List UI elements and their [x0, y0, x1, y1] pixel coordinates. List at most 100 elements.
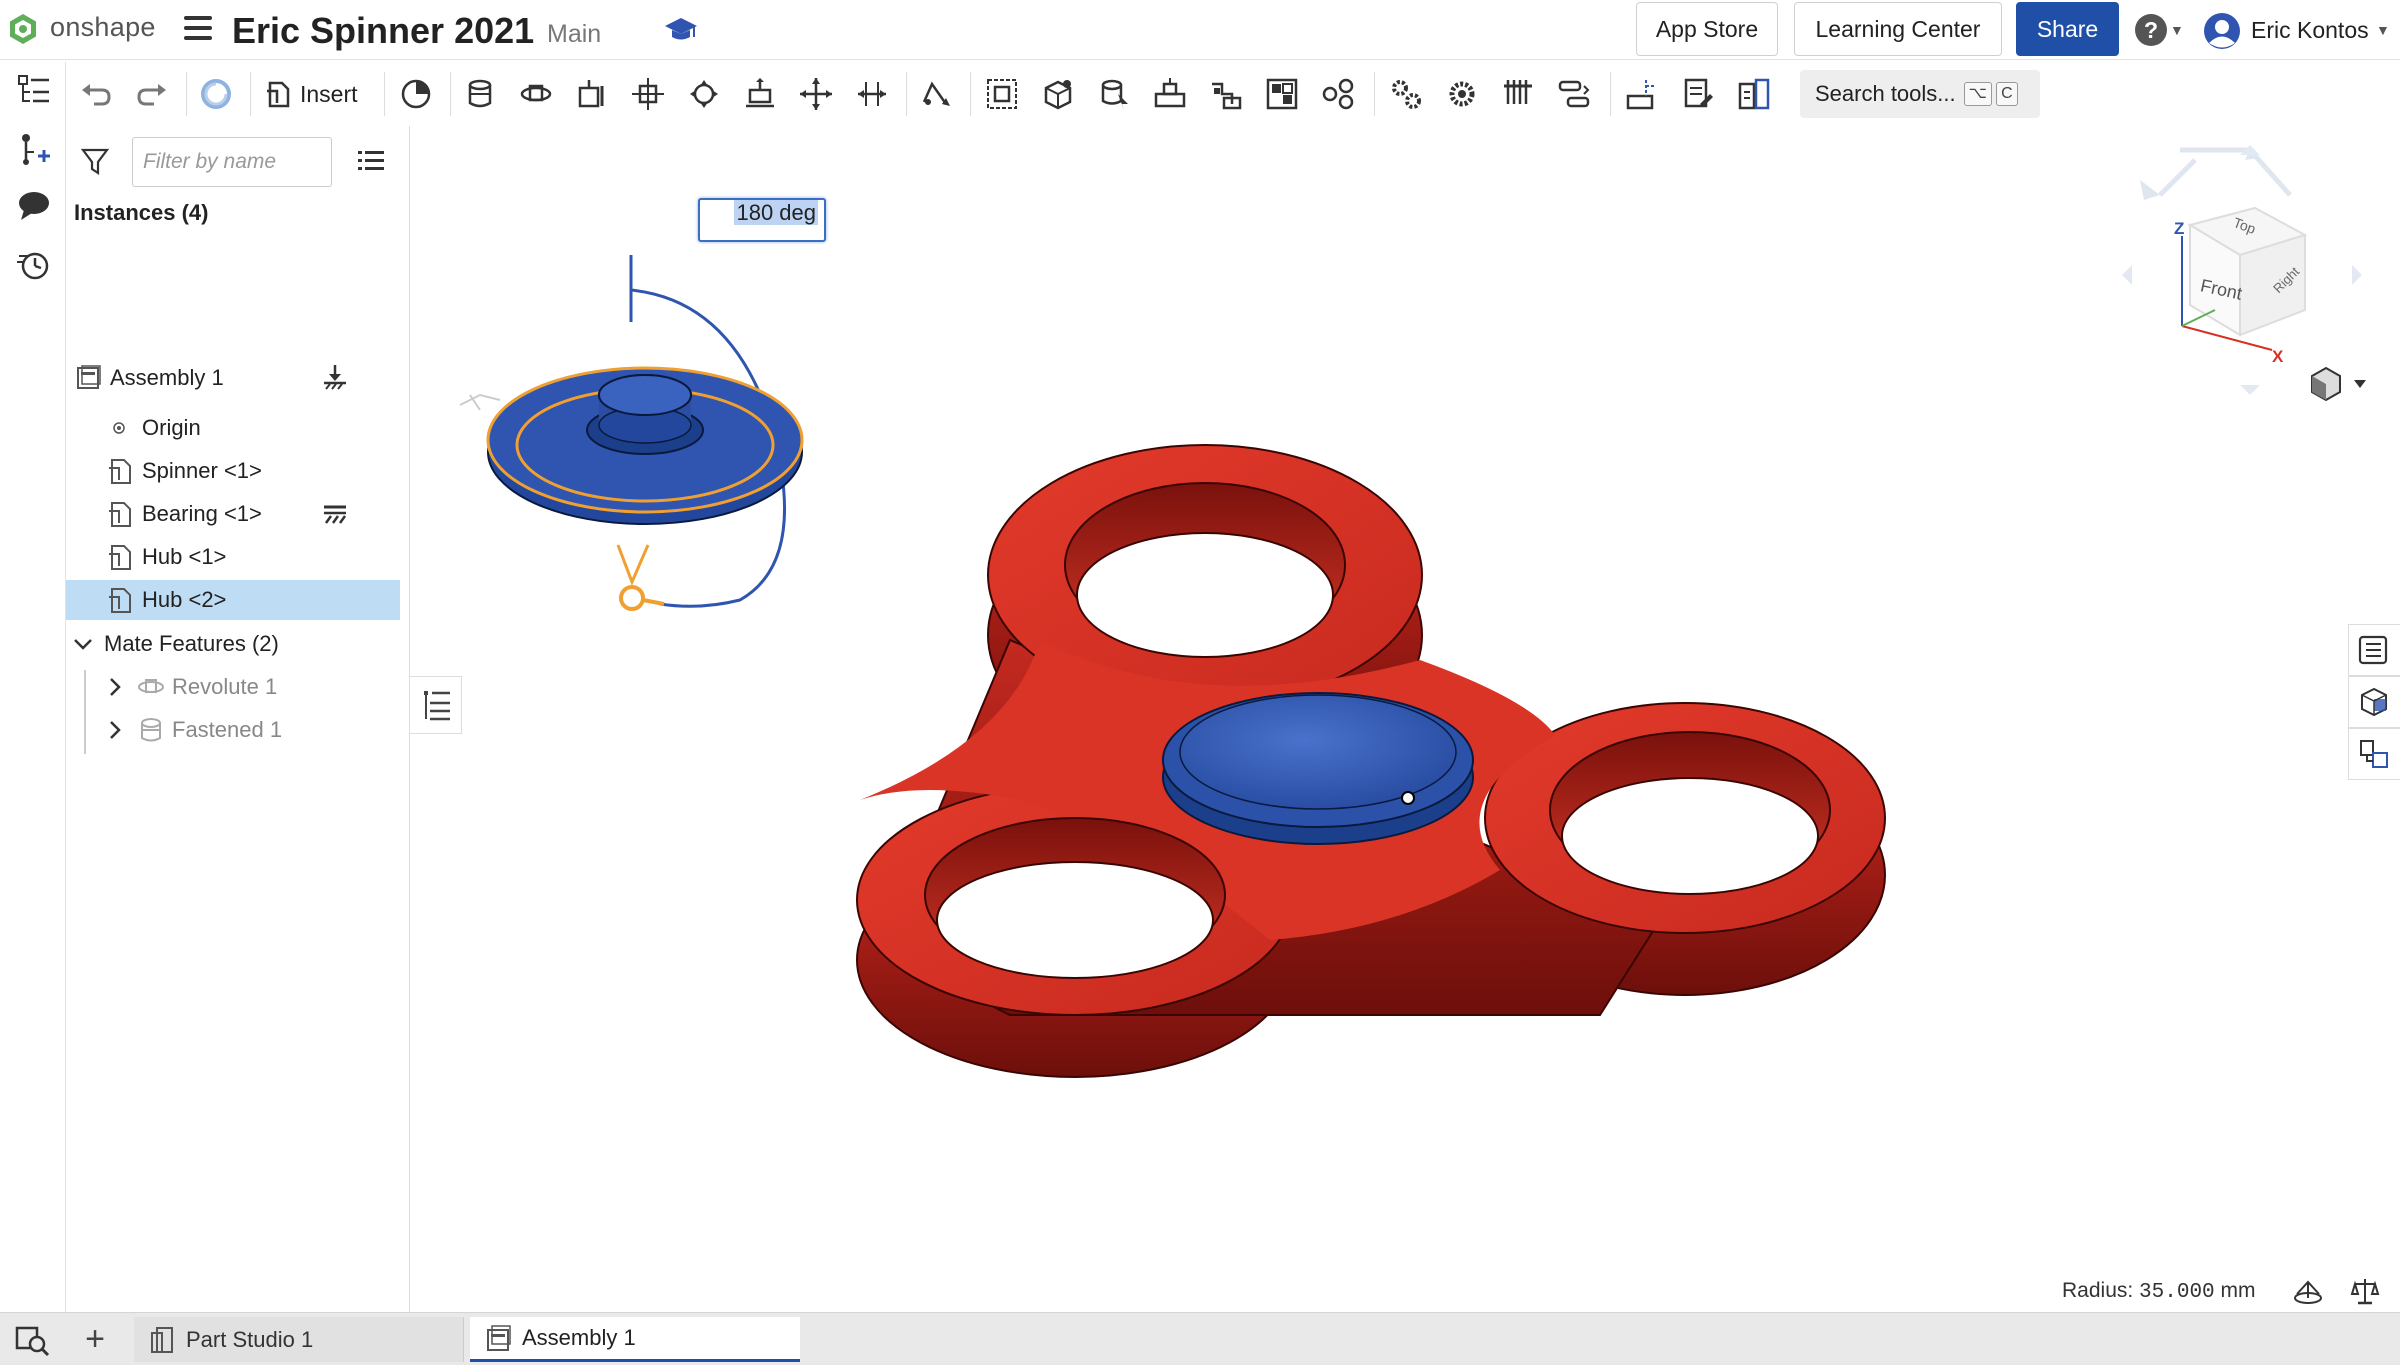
app-store-button[interactable]: App Store	[1636, 2, 1778, 56]
parallel-mate-icon[interactable]	[854, 76, 890, 112]
graphics-viewport[interactable]: Top Front Right Z X 180 deg	[410, 126, 2400, 1312]
linear-relation-icon[interactable]	[1556, 76, 1592, 112]
linear-pattern-icon[interactable]	[1208, 76, 1244, 112]
filter-by-name-input[interactable]	[132, 137, 332, 187]
hub-part[interactable]	[1163, 693, 1473, 844]
add-tab-button[interactable]: +	[76, 1321, 114, 1359]
onshape-logo-icon[interactable]	[6, 12, 40, 46]
assembly-icon	[484, 1323, 514, 1353]
comments-icon[interactable]	[16, 188, 52, 224]
tree-item-label: Bearing <1>	[142, 501, 262, 527]
tree-item-fastened[interactable]: Fastened 1	[66, 710, 400, 750]
x-axis-label: X	[2272, 347, 2284, 366]
tree-item-hub-1[interactable]: Hub <1>	[66, 537, 400, 577]
search-tools-input[interactable]: Search tools... ⌥ C	[1800, 70, 2040, 118]
tree-item-bearing[interactable]: Bearing <1>	[66, 494, 400, 534]
screw-relation-icon[interactable]	[1500, 76, 1536, 112]
mate-features-group[interactable]: Mate Features (2)	[66, 624, 400, 664]
toolbar: Insert Search tools... ⌥ C	[0, 62, 2400, 126]
model-scene[interactable]: Top Front Right Z X	[410, 126, 2400, 1312]
tab-label: Assembly 1	[522, 1325, 636, 1351]
rack-pinion-icon[interactable]	[1444, 76, 1480, 112]
top-bar: onshape Eric Spinner 2021 Main App Store…	[0, 0, 2400, 60]
update-icon[interactable]	[198, 76, 234, 112]
chevron-down-icon[interactable]: ▼	[2170, 22, 2184, 38]
insert-button[interactable]: Insert	[264, 76, 358, 112]
part-instance-icon	[106, 542, 136, 572]
filter-icon[interactable]	[80, 146, 110, 176]
branch-name[interactable]: Main	[547, 20, 601, 49]
measure-icon[interactable]	[1624, 76, 1660, 112]
view-options-icon[interactable]	[2312, 368, 2366, 400]
explode-icon[interactable]	[1320, 76, 1356, 112]
tab-bar: + Part Studio 1 Assembly 1	[0, 1312, 2400, 1365]
toolbar-separator	[384, 72, 385, 116]
cylindrical-mate-icon[interactable]	[686, 76, 722, 112]
tab-assembly[interactable]: Assembly 1	[470, 1317, 800, 1362]
mate-connector-insert-icon[interactable]	[1152, 76, 1188, 112]
list-view-icon[interactable]	[356, 146, 386, 176]
mate-connector-icon[interactable]	[398, 76, 434, 112]
chevron-right-icon[interactable]	[104, 719, 126, 741]
fastened-mate-icon	[136, 715, 166, 745]
pin-slot-mate-icon[interactable]	[742, 76, 778, 112]
redo-icon[interactable]	[134, 76, 170, 112]
angle-value: 180 deg	[734, 200, 818, 225]
radius-label: Radius:	[2062, 1279, 2133, 1302]
mirror-icon[interactable]	[1096, 76, 1132, 112]
chevron-down-icon[interactable]	[72, 633, 94, 655]
help-icon[interactable]: ?	[2135, 14, 2167, 46]
part-instance-icon	[106, 499, 136, 529]
spinner-hole	[925, 818, 1225, 978]
tree-item-assembly[interactable]: Assembly 1	[66, 358, 400, 398]
view-cube[interactable]: Top Front Right Z X	[2122, 145, 2362, 395]
section-view-icon[interactable]	[1680, 76, 1716, 112]
menu-icon[interactable]	[184, 16, 212, 42]
tree-item-origin[interactable]: Origin	[66, 408, 400, 448]
appearance-list-icon	[2357, 633, 2391, 667]
user-name[interactable]: Eric Kontos	[2251, 17, 2369, 44]
graduation-cap-icon[interactable]	[664, 14, 698, 44]
toolbar-separator	[1374, 72, 1375, 116]
toolbar-separator	[250, 72, 251, 116]
undo-icon[interactable]	[78, 76, 114, 112]
tab-part-studio[interactable]: Part Studio 1	[134, 1317, 464, 1362]
mates-panel-button[interactable]	[2348, 728, 2400, 780]
search-tabs-icon[interactable]	[14, 1323, 50, 1357]
chevron-down-icon[interactable]: ▼	[2376, 22, 2390, 38]
toolbar-separator	[970, 72, 971, 116]
tangent-mate-icon[interactable]	[918, 76, 954, 112]
circular-pattern-icon[interactable]	[1264, 76, 1300, 112]
share-button[interactable]: Share	[2016, 2, 2119, 56]
planar-mate-icon[interactable]	[630, 76, 666, 112]
learning-center-button[interactable]: Learning Center	[1794, 2, 2002, 56]
fixed-icon[interactable]	[320, 499, 350, 529]
revolute-mate-icon[interactable]	[518, 76, 554, 112]
group-icon[interactable]	[984, 76, 1020, 112]
appearance-panel-button[interactable]	[2348, 676, 2400, 728]
avatar[interactable]	[2203, 12, 2241, 50]
history-icon[interactable]	[16, 246, 52, 282]
replicate-icon[interactable]	[1040, 76, 1076, 112]
ball-mate-icon[interactable]	[798, 76, 834, 112]
angle-input[interactable]: 180 deg	[698, 198, 826, 242]
mate-features-title: Mate Features (2)	[104, 631, 279, 657]
tree-item-revolute[interactable]: Revolute 1	[66, 667, 400, 707]
measure-tool-icon[interactable]	[2292, 1278, 2324, 1306]
fastened-mate-icon[interactable]	[462, 76, 498, 112]
mates-icon	[2357, 737, 2391, 771]
chevron-right-icon[interactable]	[104, 676, 126, 698]
configurations-panel-button[interactable]	[2348, 624, 2400, 676]
z-axis-label: Z	[2174, 219, 2184, 238]
tree-item-hub-2[interactable]: Hub <2>	[66, 580, 400, 620]
gear-relation-icon[interactable]	[1388, 76, 1424, 112]
document-title[interactable]: Eric Spinner 2021	[232, 10, 534, 52]
part-studio-icon	[148, 1325, 178, 1355]
mass-properties-icon[interactable]	[2350, 1276, 2380, 1306]
bom-icon[interactable]	[1736, 76, 1772, 112]
slider-mate-icon[interactable]	[574, 76, 610, 112]
insert-parts-icon[interactable]	[16, 132, 52, 168]
fix-ground-icon[interactable]	[320, 363, 350, 393]
tree-item-spinner[interactable]: Spinner <1>	[66, 451, 400, 491]
tree-item-label: Origin	[142, 415, 201, 441]
